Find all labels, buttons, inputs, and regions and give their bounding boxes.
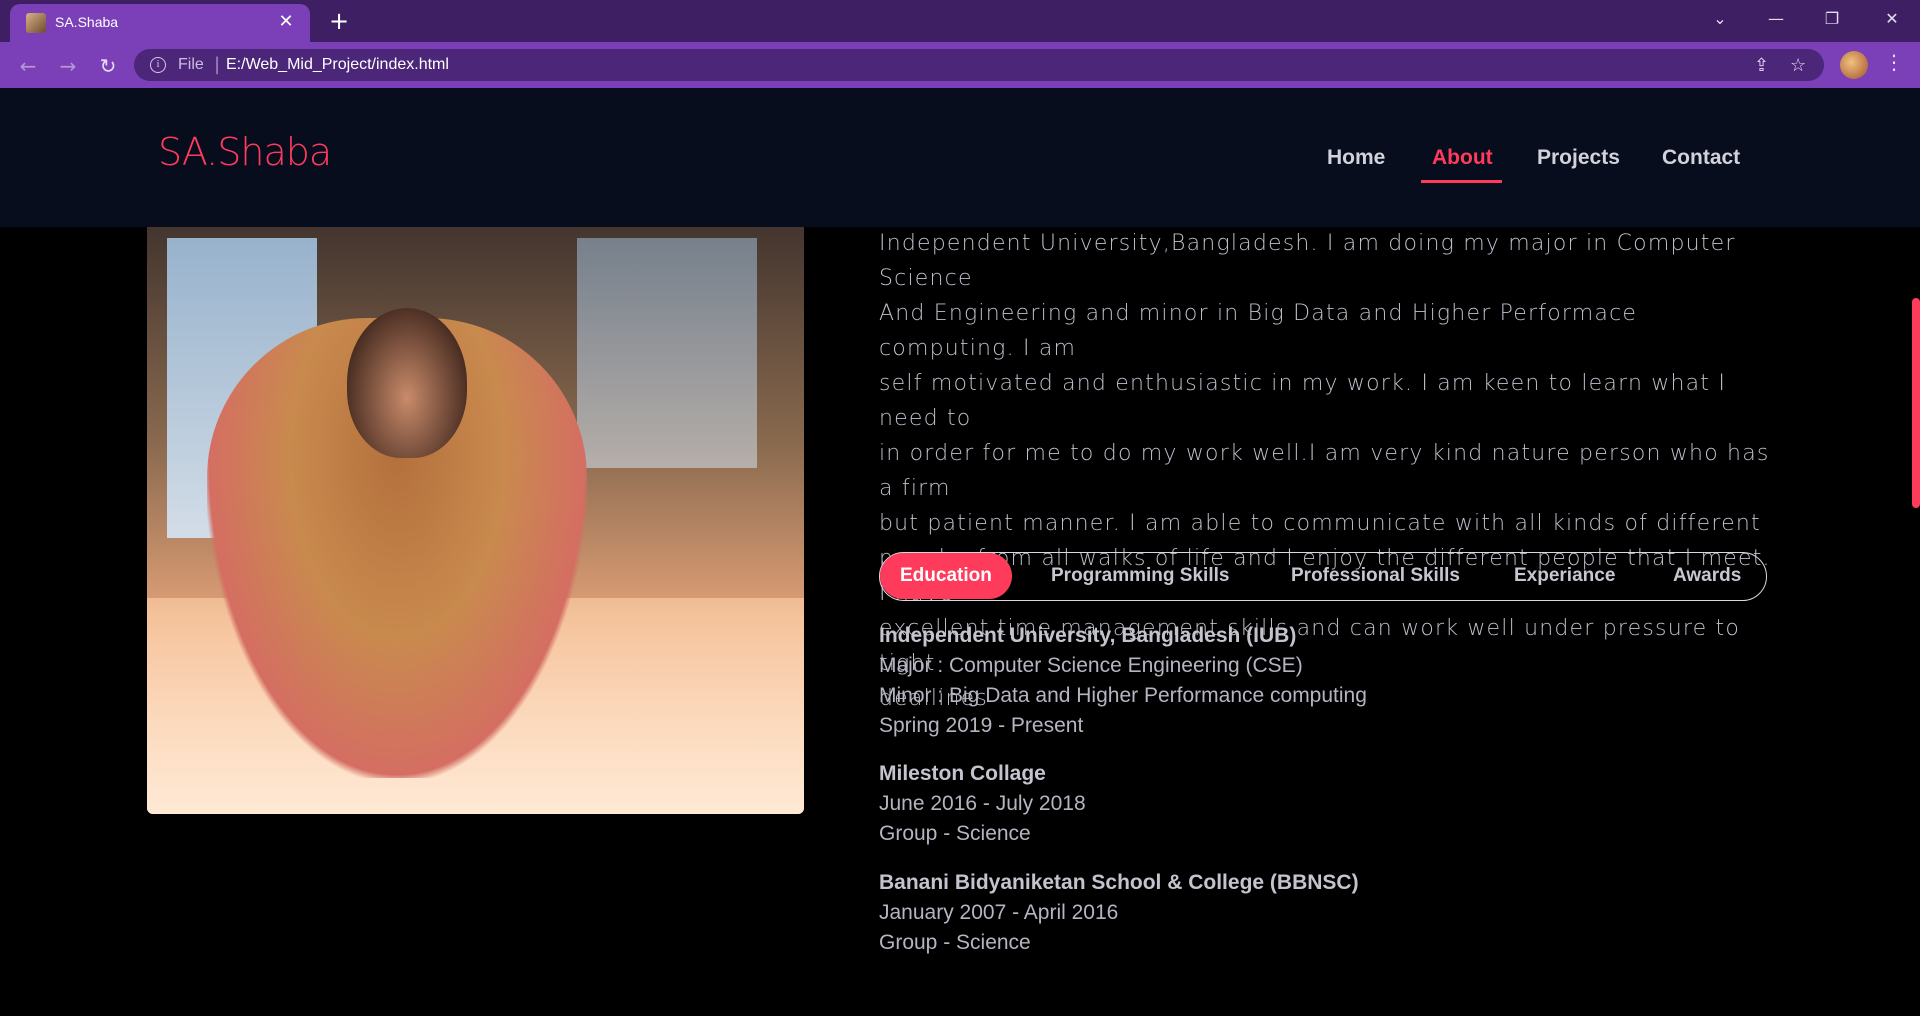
education-detail: January 2007 - April 2016: [879, 901, 1119, 924]
education-detail: Spring 2019 - Present: [879, 714, 1084, 737]
school-name: Banani Bidyaniketan School & College (BB…: [879, 871, 1359, 894]
browser-toolbar: ← → ↻ i File | E:/Web_Mid_Project/index.…: [0, 42, 1920, 88]
page-viewport: SA.Shaba Home About Projects Contact Ind…: [0, 88, 1920, 1016]
tab-search-icon[interactable]: ⌄: [1692, 0, 1748, 38]
photo-head: [347, 308, 467, 458]
close-tab-icon[interactable]: ✕: [274, 10, 298, 34]
bio-line: And Engineering and minor in Big Data an…: [879, 301, 1638, 361]
tab-professional-skills[interactable]: Professional Skills: [1291, 553, 1460, 599]
restore-button[interactable]: ❐: [1804, 0, 1860, 38]
new-tab-button[interactable]: +: [324, 6, 354, 36]
nav-contact[interactable]: Contact: [1662, 146, 1740, 170]
nav-home[interactable]: Home: [1327, 146, 1385, 170]
back-icon[interactable]: ←: [14, 52, 42, 80]
browser-menu-icon[interactable]: ⋮: [1884, 50, 1904, 74]
education-detail: Group - Science: [879, 931, 1031, 954]
site-logo[interactable]: SA.Shaba: [158, 130, 332, 174]
education-detail: Group - Science: [879, 822, 1031, 845]
favicon-icon: [26, 13, 46, 33]
bio-line: Independent University,Bangladesh. I am …: [879, 231, 1736, 291]
site-info-icon[interactable]: i: [150, 57, 166, 73]
address-bar[interactable]: i File | E:/Web_Mid_Project/index.html ⇪…: [134, 49, 1824, 81]
school-name: Independent University, Bangladesh (IUB): [879, 624, 1297, 647]
address-url[interactable]: E:/Web_Mid_Project/index.html: [226, 56, 449, 74]
about-tabs: Education Programming Skills Professiona…: [879, 552, 1767, 601]
education-detail: Major : Computer Science Engineering (CS…: [879, 654, 1303, 677]
education-entry: Mileston Collage June 2016 - July 2018 G…: [879, 759, 1086, 849]
profile-avatar[interactable]: [1840, 51, 1868, 79]
browser-tabbar: SA.Shaba ✕ + ⌄ — ❐ ✕: [0, 0, 1920, 42]
education-entry: Independent University, Bangladesh (IUB)…: [879, 621, 1367, 741]
tab-awards[interactable]: Awards: [1673, 553, 1741, 599]
tab-title: SA.Shaba: [55, 14, 119, 30]
photo-window: [577, 238, 757, 468]
nav-about[interactable]: About: [1432, 146, 1493, 170]
school-name: Mileston Collage: [879, 762, 1046, 785]
close-window-button[interactable]: ✕: [1864, 0, 1920, 38]
bio-line: self motivated and enthusiastic in my wo…: [879, 371, 1727, 431]
share-icon[interactable]: ⇪: [1754, 55, 1769, 76]
address-separator: |: [214, 54, 221, 75]
bio-line: but patient manner. I am able to communi…: [879, 511, 1761, 536]
nav-active-indicator: [1421, 180, 1502, 183]
education-detail: Minor : Big Data and Higher Performance …: [879, 684, 1367, 707]
bio-line: in order for me to do my work well.I am …: [879, 441, 1770, 501]
reload-icon[interactable]: ↻: [94, 52, 122, 80]
page-scrollbar[interactable]: [1912, 298, 1920, 508]
education-detail: June 2016 - July 2018: [879, 792, 1086, 815]
tab-experiance[interactable]: Experiance: [1514, 553, 1615, 599]
bookmark-star-icon[interactable]: ☆: [1790, 55, 1806, 76]
browser-tab[interactable]: SA.Shaba ✕: [10, 4, 310, 42]
profile-photo: [147, 198, 804, 814]
tab-education[interactable]: Education: [880, 553, 1012, 599]
tab-programming-skills[interactable]: Programming Skills: [1051, 553, 1229, 599]
site-header: SA.Shaba Home About Projects Contact: [0, 88, 1920, 227]
forward-icon[interactable]: →: [54, 52, 82, 80]
address-scheme: File: [178, 56, 204, 73]
nav-projects[interactable]: Projects: [1537, 146, 1620, 170]
minimize-button[interactable]: —: [1748, 0, 1804, 38]
education-entry: Banani Bidyaniketan School & College (BB…: [879, 868, 1359, 958]
